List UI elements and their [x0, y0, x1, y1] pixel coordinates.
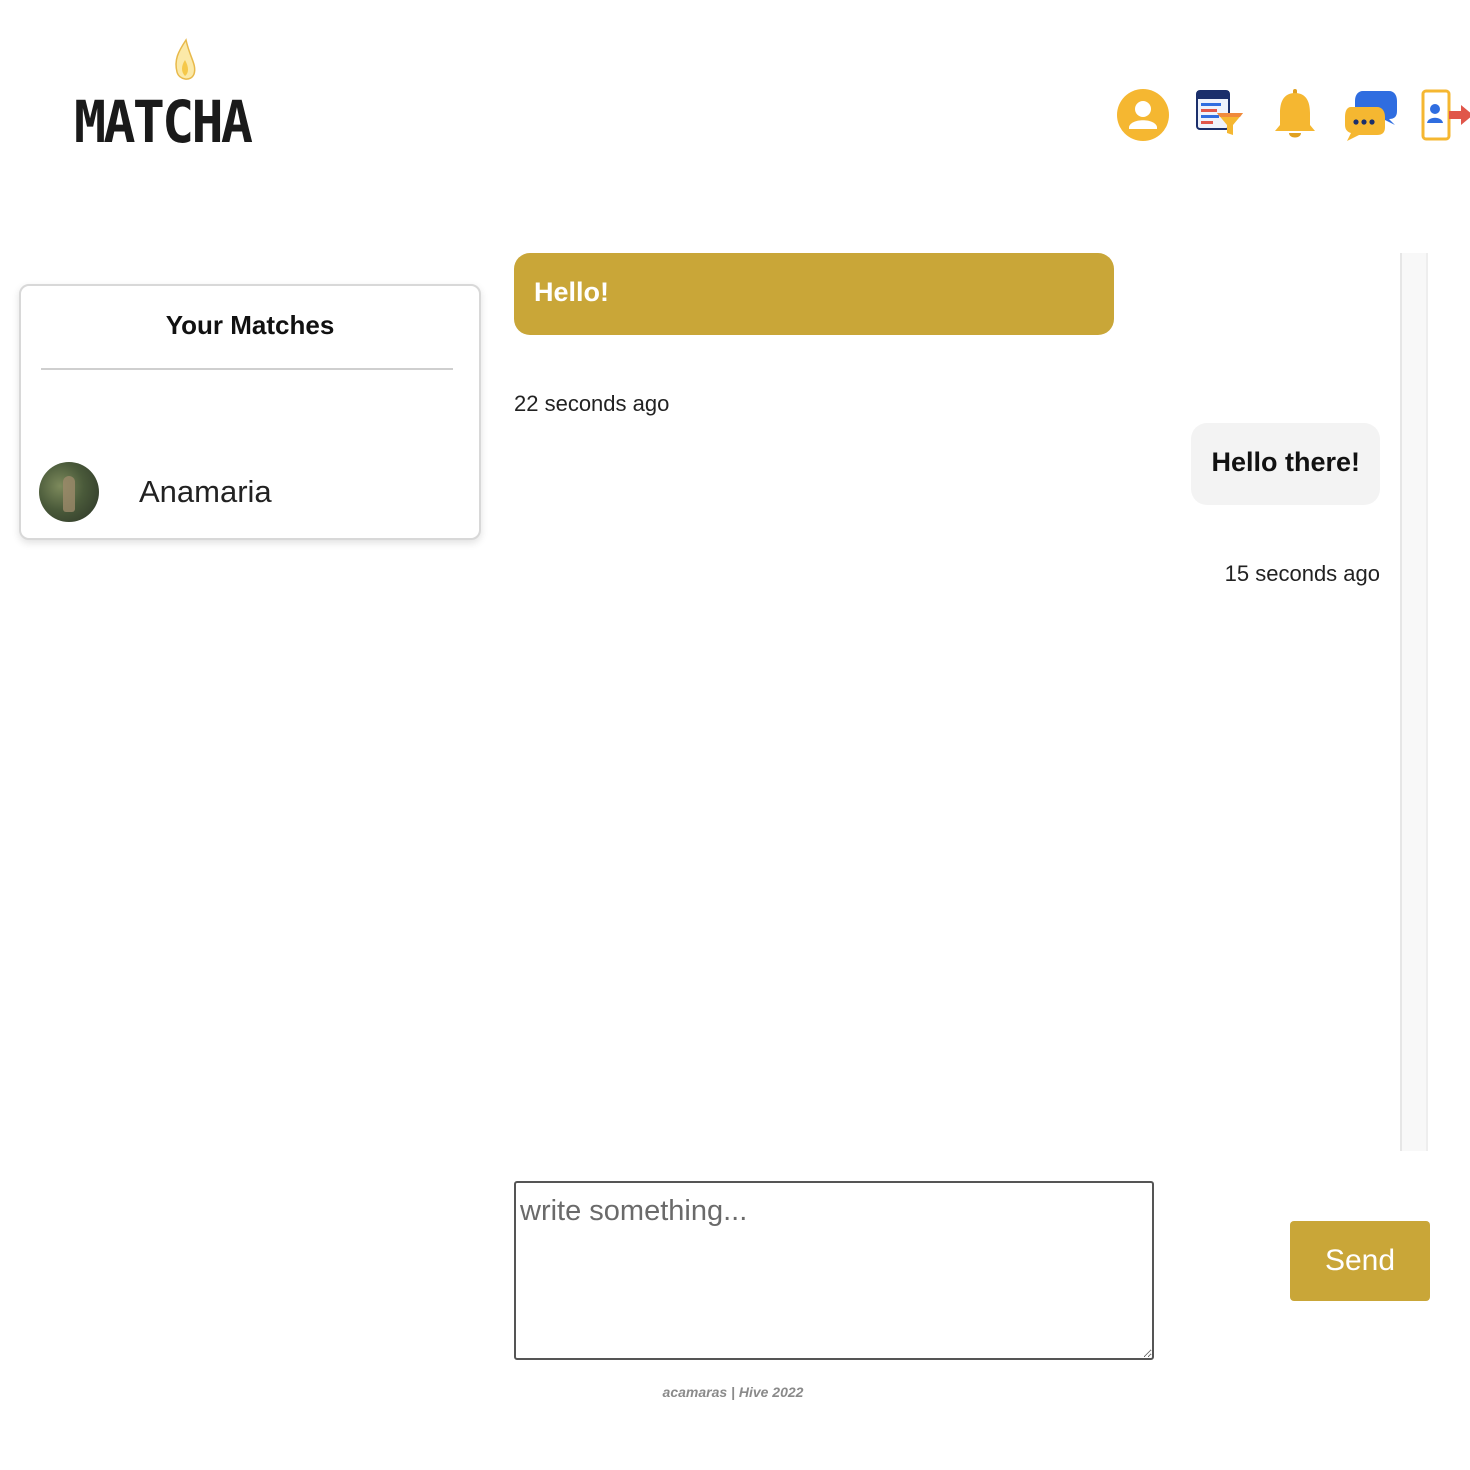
notifications-button[interactable]	[1266, 86, 1324, 144]
send-button[interactable]: Send	[1290, 1221, 1430, 1301]
top-nav	[1114, 86, 1470, 144]
matches-title: Your Matches	[165, 310, 335, 340]
match-name: Anamaria	[139, 474, 272, 509]
logo-text: MATCHA	[74, 88, 253, 156]
logout-button[interactable]	[1418, 86, 1470, 144]
logout-icon	[1421, 89, 1470, 141]
browse-button[interactable]	[1190, 86, 1248, 144]
match-item-anamaria[interactable]: Anamaria	[39, 460, 459, 524]
message-timestamp: 22 seconds ago	[514, 391, 670, 416]
bell-icon	[1275, 89, 1315, 138]
chat-messages: Hello! 22 seconds ago Hello there! 15 se…	[514, 253, 1380, 1153]
message-input[interactable]	[514, 1181, 1154, 1360]
chat-icon	[1345, 91, 1397, 141]
matches-divider	[41, 368, 453, 370]
user-profile-icon	[1117, 89, 1169, 141]
browse-filter-icon	[1196, 90, 1243, 135]
chat-button[interactable]	[1342, 86, 1400, 144]
flame-icon	[175, 38, 196, 80]
message-bubble-own: Hello!	[514, 253, 1114, 335]
message-bubble-other: Hello there!	[1191, 423, 1380, 505]
matches-panel: Your Matches Anamaria	[19, 284, 481, 540]
message-timestamp: 15 seconds ago	[1224, 561, 1380, 586]
chat-scrollbar[interactable]	[1400, 253, 1428, 1151]
avatar	[39, 462, 99, 522]
matcha-logo[interactable]: MATCHA	[72, 38, 253, 158]
footer-credit: acamaras | Hive 2022	[662, 1384, 804, 1400]
profile-button[interactable]	[1114, 86, 1172, 144]
